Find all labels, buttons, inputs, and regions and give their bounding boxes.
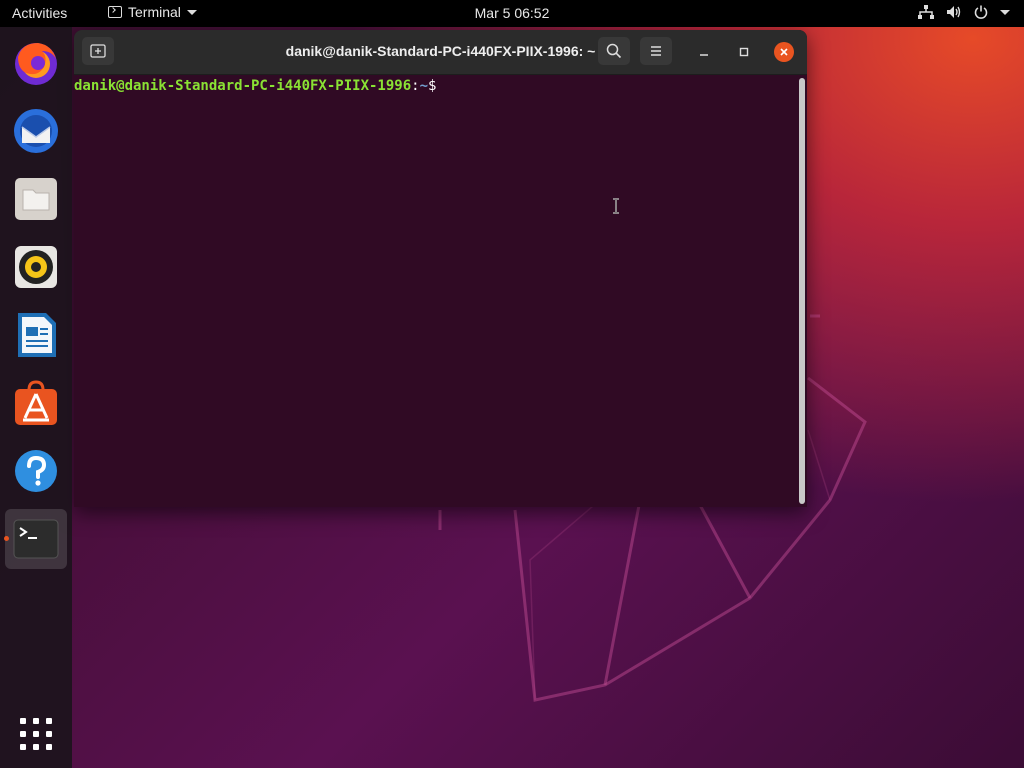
thunderbird-icon — [14, 109, 58, 153]
dock-item-ubuntu-software[interactable] — [8, 375, 64, 431]
dock-item-help[interactable] — [8, 443, 64, 499]
text-cursor-icon — [613, 198, 619, 214]
dock-item-libreoffice-writer[interactable] — [8, 307, 64, 363]
window-headerbar[interactable]: danik@danik-Standard-PC-i440FX-PIIX-1996… — [74, 30, 807, 75]
dock-item-files[interactable] — [8, 171, 64, 227]
dock-item-rhythmbox[interactable] — [8, 239, 64, 295]
network-icon — [918, 5, 934, 19]
dock-item-firefox[interactable] — [8, 35, 64, 91]
firefox-icon — [15, 43, 57, 85]
clock-button[interactable]: Mar 5 06:52 — [475, 5, 550, 21]
system-tray[interactable] — [918, 5, 1010, 19]
search-button[interactable] — [598, 37, 630, 65]
prompt-path: ~ — [419, 78, 429, 94]
prompt-symbol: $ — [428, 78, 437, 94]
terminal-window[interactable]: danik@danik-Standard-PC-i440FX-PIIX-1996… — [74, 30, 807, 507]
dock — [0, 27, 72, 768]
chevron-down-icon — [1000, 9, 1010, 15]
show-applications-button[interactable] — [8, 706, 64, 762]
maximize-button[interactable] — [732, 40, 756, 64]
prompt-separator: : — [411, 78, 420, 94]
window-title: danik@danik-Standard-PC-i440FX-PIIX-1996… — [285, 43, 596, 59]
hamburger-menu-icon — [651, 46, 661, 56]
software-icon — [15, 380, 57, 425]
power-icon — [974, 5, 988, 19]
close-icon — [774, 42, 794, 62]
dock-item-terminal[interactable] — [5, 509, 67, 569]
rhythmbox-icon — [15, 246, 57, 288]
help-icon — [15, 450, 57, 492]
terminal-scrollbar[interactable] — [799, 78, 805, 504]
menu-button[interactable] — [640, 37, 672, 65]
close-button[interactable] — [772, 40, 796, 64]
prompt-line: danik@danik-Standard-PC-i440FX-PIIX-1996… — [74, 78, 799, 94]
volume-icon — [947, 6, 961, 18]
writer-icon — [18, 313, 56, 357]
terminal-icon — [13, 519, 59, 559]
minimize-button[interactable] — [692, 40, 716, 64]
running-indicator — [4, 536, 9, 541]
files-icon — [15, 178, 57, 220]
top-bar: Activities Terminal Mar 5 06:52 — [0, 0, 1024, 27]
terminal-output[interactable]: danik@danik-Standard-PC-i440FX-PIIX-1996… — [74, 74, 799, 507]
search-icon — [606, 43, 622, 59]
maximize-icon — [739, 47, 749, 57]
prompt-user-host: danik@danik-Standard-PC-i440FX-PIIX-1996 — [74, 78, 412, 94]
dock-item-thunderbird[interactable] — [8, 103, 64, 159]
app-grid-icon — [20, 718, 52, 750]
minimize-icon — [700, 54, 708, 56]
